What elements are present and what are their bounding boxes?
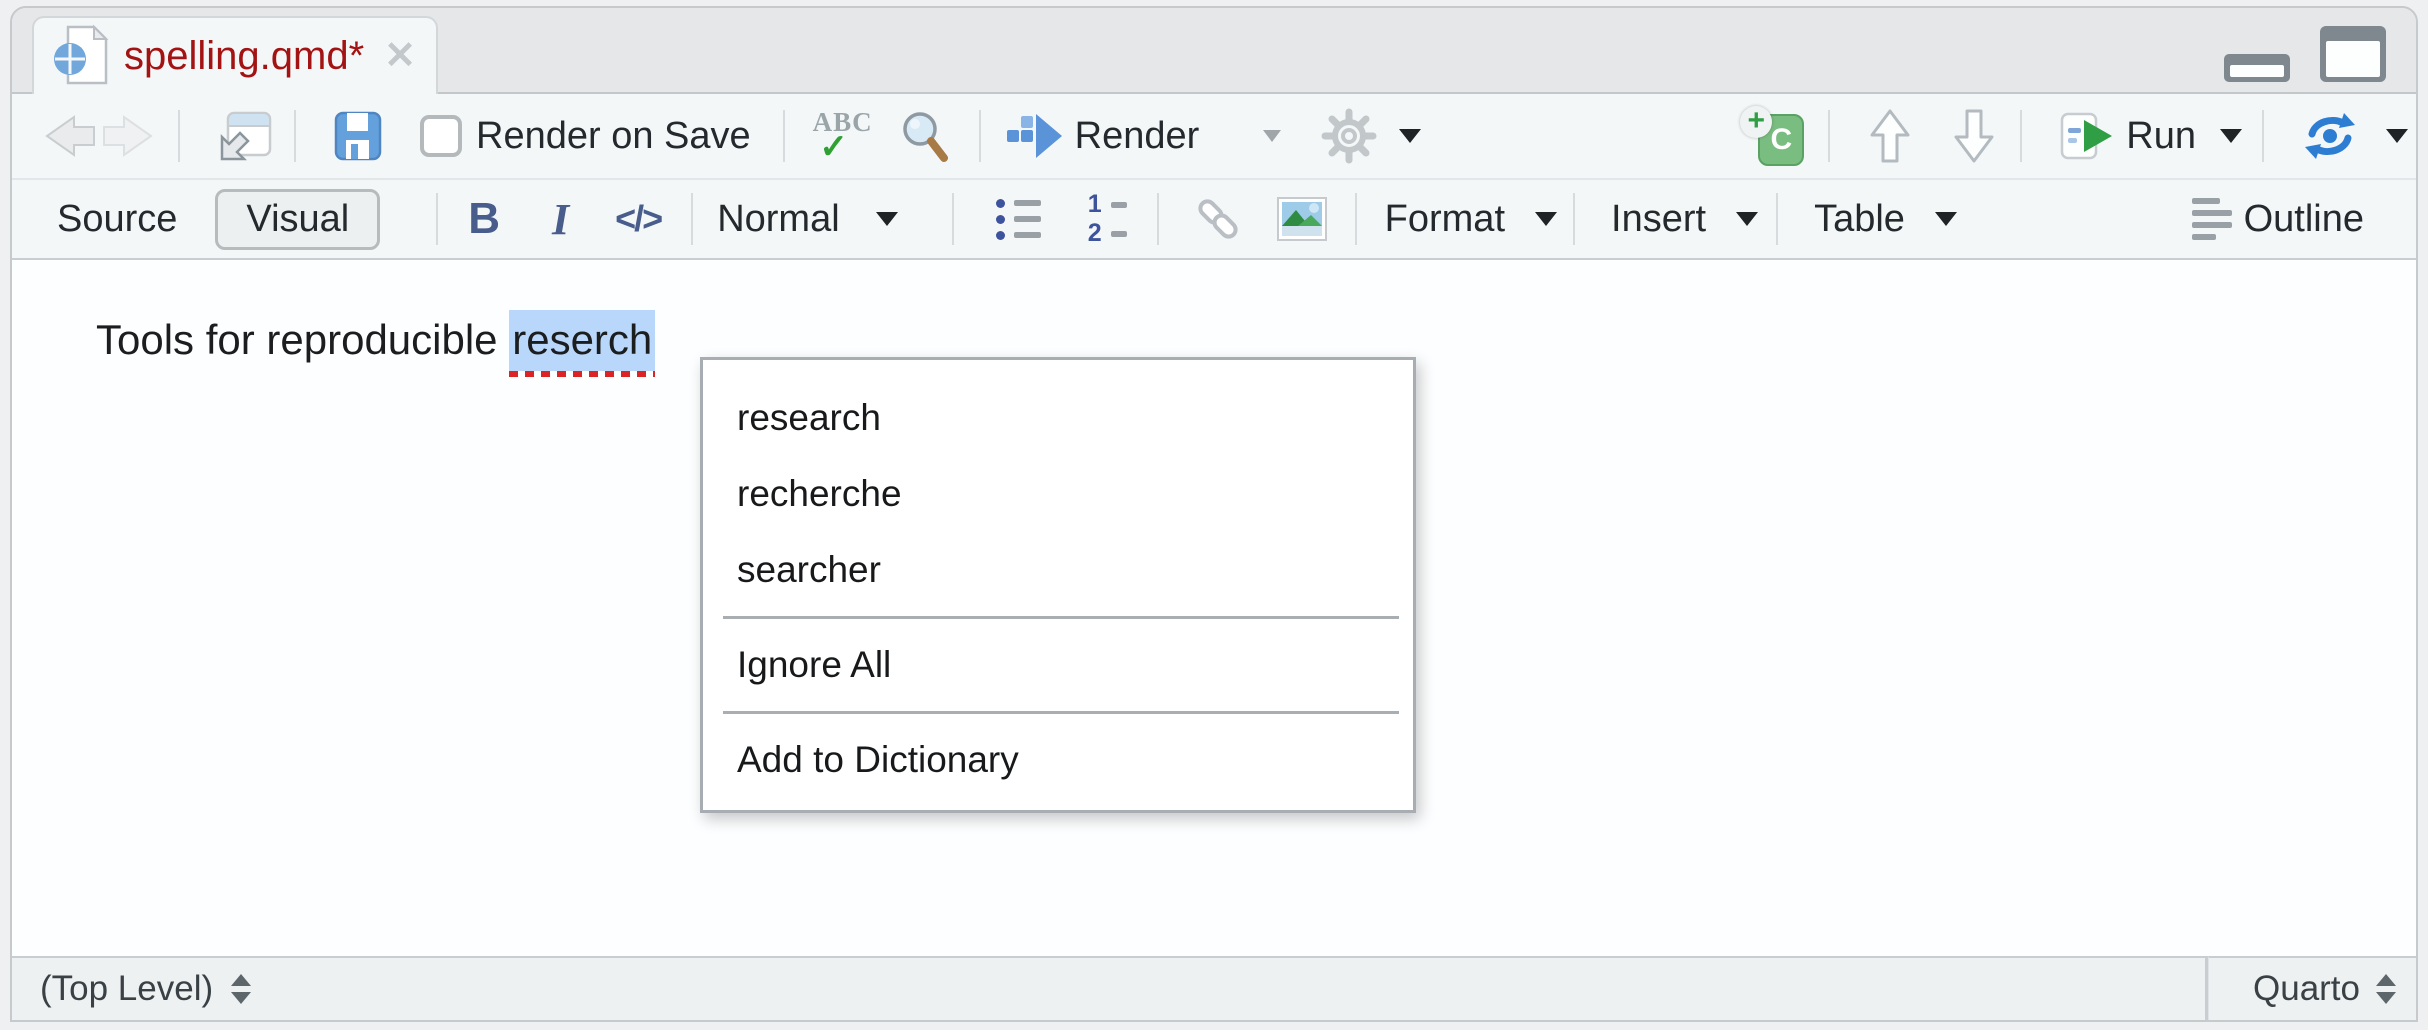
go-to-previous-chunk-icon[interactable] [1870,109,1910,163]
divider [691,193,693,245]
insert-menu-caret[interactable] [1736,212,1758,226]
tab-title: spelling.qmd* [124,34,364,79]
file-type-label: Quarto [2253,969,2360,1009]
italic-button[interactable]: I [552,194,569,245]
divider [178,110,180,162]
insert-menu[interactable]: Insert [1611,198,1706,241]
outline-location-label: (Top Level) [40,969,213,1009]
run-icon[interactable] [2060,111,2116,161]
render-on-save-checkbox[interactable] [420,115,462,157]
divider [1157,193,1159,245]
heading-text: Tools for reproducible [96,316,509,363]
render-button[interactable]: Render [1075,115,1200,158]
format-menu[interactable]: Format [1385,198,1505,241]
divider [783,110,785,162]
divider [979,110,981,162]
sort-arrows-icon [231,974,251,1004]
image-icon[interactable] [1277,197,1327,241]
divider [1573,193,1575,245]
tab-spelling-qmd[interactable]: spelling.qmd* ✕ [32,16,438,94]
file-type-selector[interactable]: Quarto [2208,956,2416,1020]
menu-item-ignore-all[interactable]: Ignore All [703,627,1413,703]
menu-item-suggestion[interactable]: recherche [703,456,1413,532]
menu-divider [723,711,1399,714]
divider [436,193,438,245]
divider [294,110,296,162]
format-toolbar: Source Visual B I </> Normal 1 2 [12,178,2416,260]
close-icon[interactable]: ✕ [384,37,416,75]
minimize-icon[interactable] [2224,54,2290,82]
go-to-next-chunk-icon[interactable] [1954,109,1994,163]
render-dropdown-caret[interactable] [1263,130,1281,142]
quarto-file-icon [52,23,110,89]
render-icon[interactable] [1007,113,1063,159]
outline-icon[interactable] [2192,198,2232,240]
divider [2262,110,2264,162]
paragraph-style-caret[interactable] [876,212,898,226]
menu-item-suggestion[interactable]: research [703,380,1413,456]
divider [952,193,954,245]
inline-code-button[interactable]: </> [615,198,661,240]
misspelled-word-selection[interactable]: reserch [509,310,655,371]
show-in-new-window-icon[interactable] [216,110,272,162]
search-icon[interactable] [899,109,949,163]
spellcheck-icon[interactable]: ABC ✓ [813,109,873,164]
run-dropdown-caret[interactable] [2220,129,2242,143]
spellcheck-context-menu: research recherche searcher Ignore All A… [700,357,1416,813]
source-mode-button[interactable]: Source [57,198,177,241]
paragraph-style-dropdown[interactable]: Normal [717,198,839,241]
insert-code-chunk-icon[interactable]: C + [1740,106,1804,166]
visual-mode-button[interactable]: Visual [215,189,380,250]
format-menu-caret[interactable] [1535,212,1557,226]
link-icon[interactable] [1193,194,1243,244]
run-button[interactable]: Run [2126,115,2196,158]
divider [2020,110,2022,162]
gear-dropdown-caret[interactable] [1399,129,1421,143]
outline-toggle[interactable]: Outline [2244,198,2364,241]
sort-arrows-icon [2376,974,2396,1004]
menu-item-add-to-dictionary[interactable]: Add to Dictionary [703,722,1413,798]
gear-icon[interactable] [1321,108,1377,164]
divider [1355,193,1357,245]
menu-item-suggestion[interactable]: searcher [703,532,1413,608]
divider [1828,110,1830,162]
rerun-icon[interactable] [2302,112,2358,160]
menu-divider [723,616,1399,619]
table-menu[interactable]: Table [1814,198,1905,241]
main-toolbar: Render on Save ABC ✓ Render [12,94,2416,178]
back-icon[interactable] [44,114,96,158]
save-icon[interactable] [334,111,382,161]
rerun-dropdown-caret[interactable] [2386,129,2408,143]
outline-location-selector[interactable]: (Top Level) [12,956,2208,1020]
forward-icon[interactable] [102,114,154,158]
tab-bar: spelling.qmd* ✕ [12,8,2416,94]
divider [1776,193,1778,245]
bullet-list-icon[interactable] [996,199,1041,240]
maximize-icon[interactable] [2320,26,2386,82]
bold-button[interactable]: B [468,194,500,244]
status-bar: (Top Level) Quarto [12,956,2416,1020]
table-menu-caret[interactable] [1935,212,1957,226]
document-heading: Tools for reproducible reserch [96,316,655,364]
render-on-save-label: Render on Save [476,115,751,158]
numbered-list-icon[interactable]: 1 2 [1087,192,1127,246]
window-controls [2224,26,2386,82]
